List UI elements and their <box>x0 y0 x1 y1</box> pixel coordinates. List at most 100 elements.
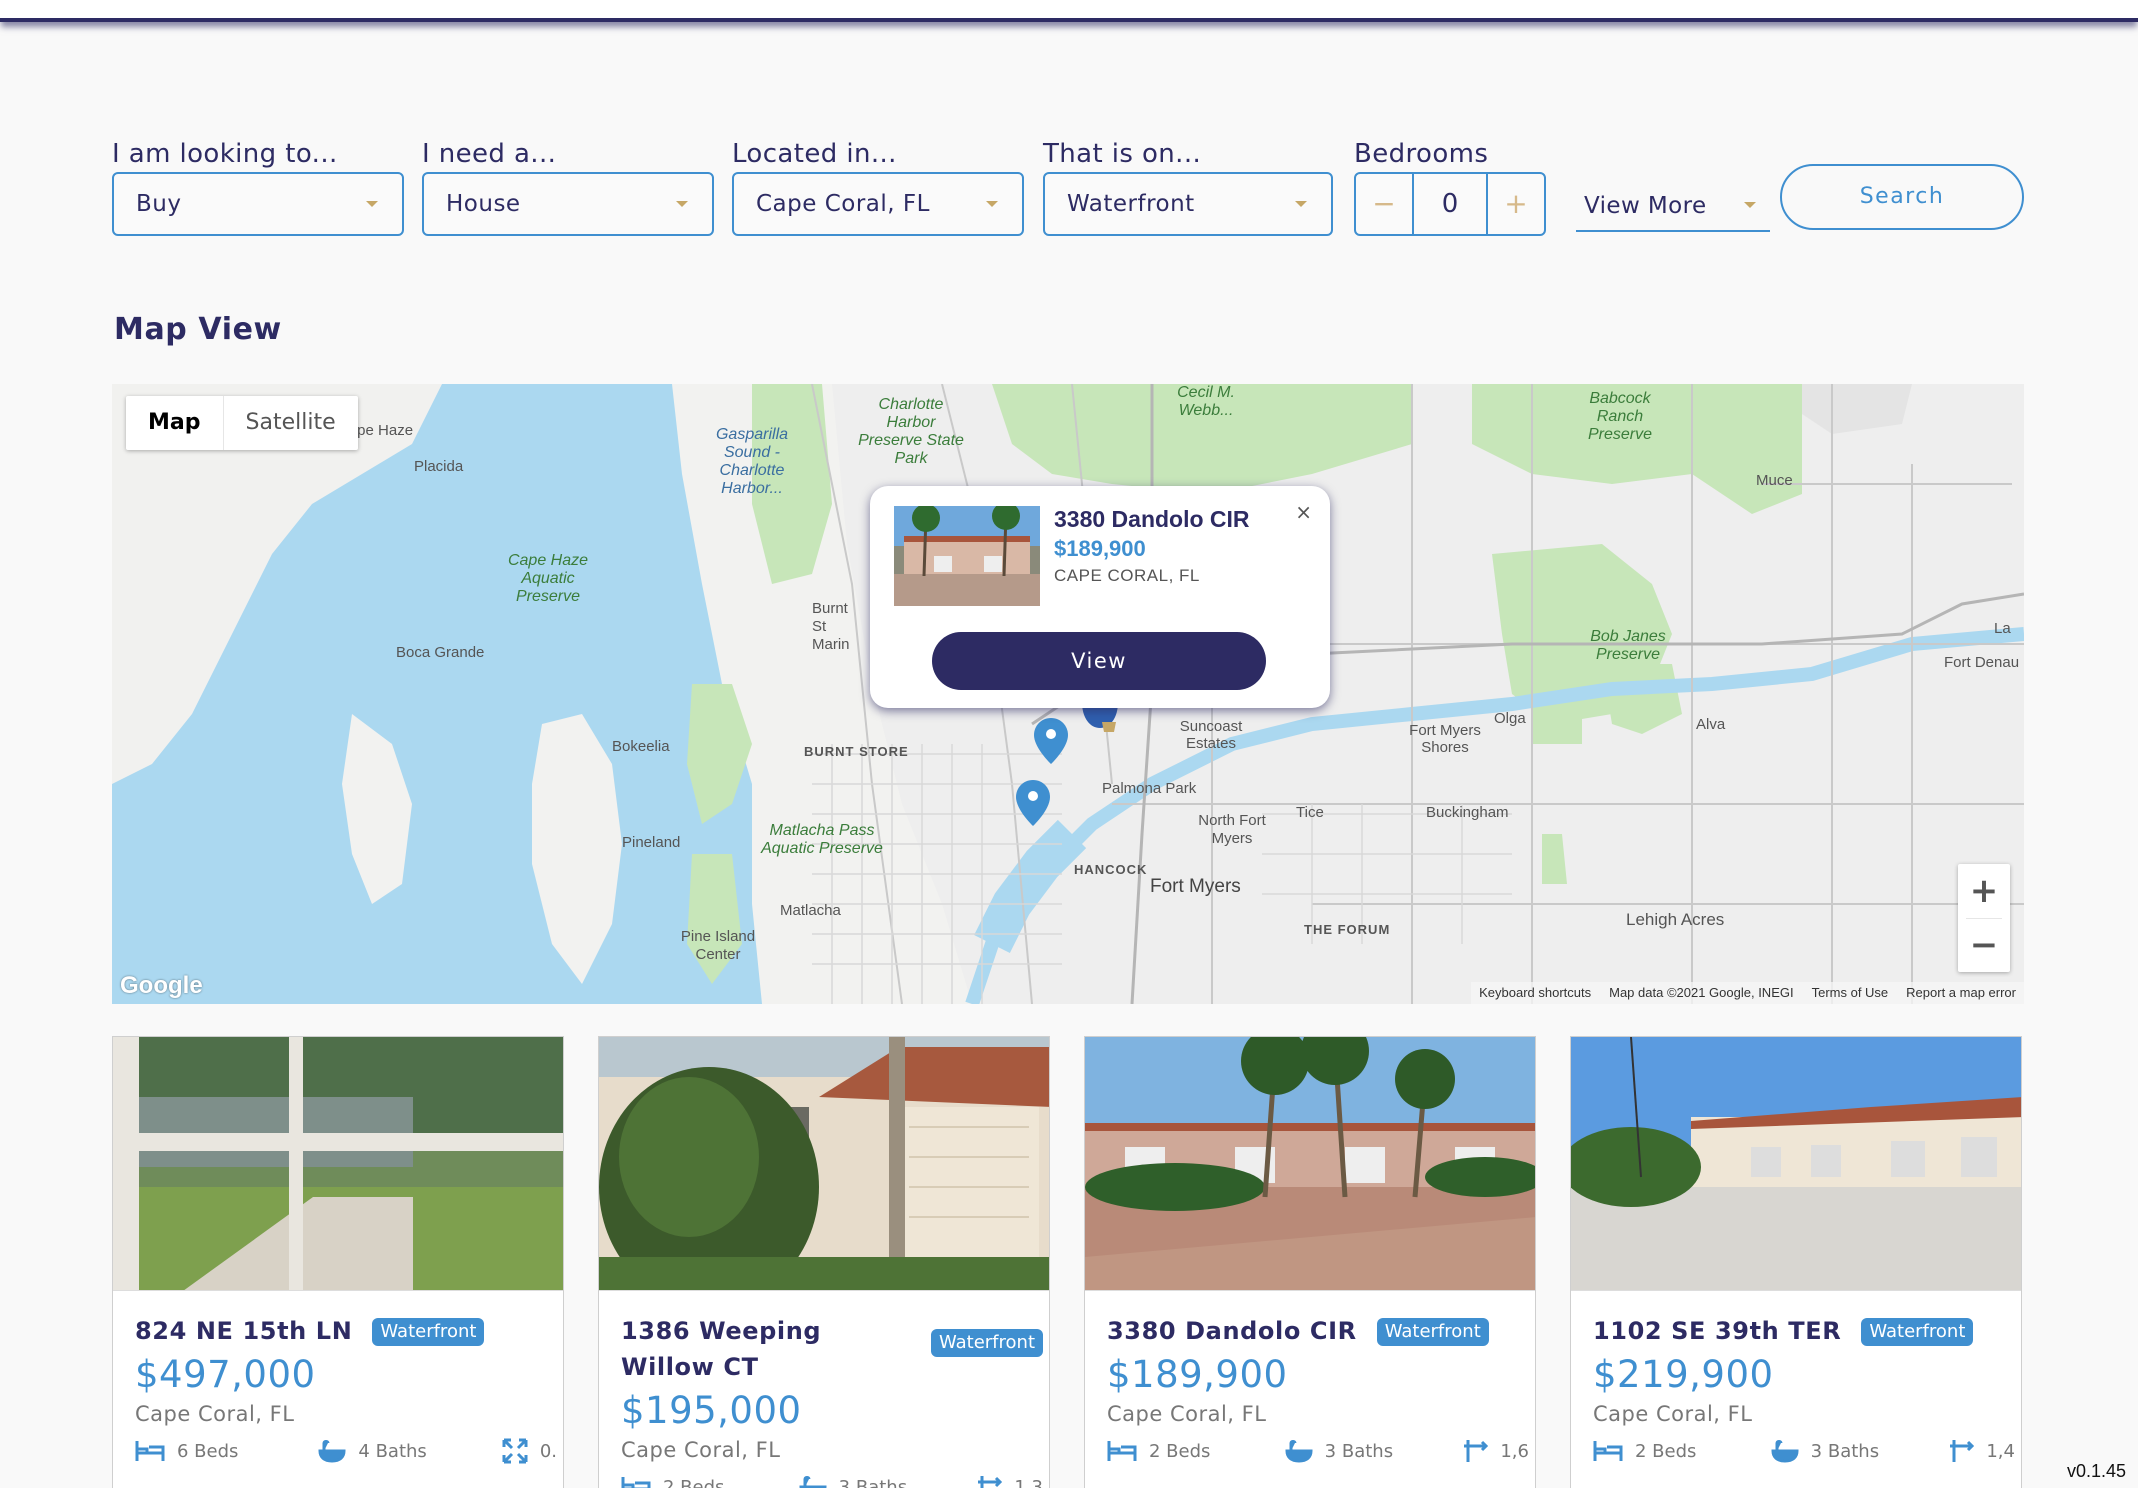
bed-icon <box>1593 1441 1623 1461</box>
frontage-value: Waterfront <box>1067 191 1195 217</box>
zoom-out-button[interactable]: − <box>1958 918 2010 972</box>
listing-size-text: 0. <box>539 1440 557 1462</box>
listing-photo[interactable] <box>599 1037 1049 1291</box>
decrement-button[interactable]: − <box>1356 174 1412 234</box>
popup-price: $189,900 <box>1054 536 1146 561</box>
listing-baths: 4 Baths <box>318 1438 501 1464</box>
listing-badge: Waterfront <box>372 1318 485 1346</box>
place-label: Boca Grande <box>396 644 485 661</box>
map-type-map-button[interactable]: Map <box>126 396 224 450</box>
map-attribution: Keyboard shortcuts Map data ©2021 Google… <box>1471 982 2024 1004</box>
listing-size: 1,6 <box>1462 1438 1529 1464</box>
listing-title[interactable]: 3380 Dandolo CIR <box>1107 1313 1357 1349</box>
looking-to-select[interactable]: Buy <box>112 172 404 236</box>
chevron-down-icon <box>986 201 998 207</box>
bedrooms-stepper: − 0 + <box>1354 172 1546 236</box>
area-icon <box>1464 1440 1489 1462</box>
chevron-down-icon <box>1295 201 1307 207</box>
zoom-control: + − <box>1958 864 2010 972</box>
listing-title[interactable]: 824 NE 15th LN <box>135 1313 352 1349</box>
place-label: Fort Myers Shores <box>1409 722 1481 756</box>
looking-to-filter: I am looking to... Buy <box>112 138 404 236</box>
place-label: Burnt St Marin <box>812 600 850 653</box>
place-label: Placida <box>414 458 464 475</box>
report-map-error-link[interactable]: Report a map error <box>1906 982 2016 1004</box>
view-more-select[interactable]: View More <box>1576 180 1770 232</box>
listing-size: 1,3 <box>976 1474 1043 1488</box>
map-type-satellite-button[interactable]: Satellite <box>224 396 358 450</box>
listing-card[interactable]: 824 NE 15th LN Waterfront $497,000 Cape … <box>112 1036 564 1488</box>
bath-icon <box>1285 1440 1313 1463</box>
looking-to-value: Buy <box>136 191 182 217</box>
map-marker-icon[interactable] <box>1016 780 1050 826</box>
increment-button[interactable]: + <box>1488 174 1544 234</box>
listing-size-text: 1,6 <box>1500 1440 1529 1462</box>
map-marker-icon[interactable] <box>1034 718 1068 764</box>
close-icon[interactable]: × <box>1295 500 1312 524</box>
listing-card[interactable]: 1102 SE 39th TER Waterfront $219,900 Cap… <box>1570 1036 2022 1488</box>
expand-icon <box>502 1438 528 1464</box>
location-value: Cape Coral, FL <box>756 191 930 217</box>
place-label: Fort Myers <box>1150 876 1241 897</box>
need-value: House <box>446 191 521 217</box>
listing-baths: 3 Baths <box>1285 1438 1463 1464</box>
need-select[interactable]: House <box>422 172 714 236</box>
place-label: Babcock Ranch Preserve <box>1587 390 1653 443</box>
location-select[interactable]: Cape Coral, FL <box>732 172 1024 236</box>
place-label: Matlacha Pass Aquatic Preserve <box>761 822 883 857</box>
place-label: Bob Janes Preserve <box>1590 628 1666 663</box>
location-filter: Located in... Cape Coral, FL <box>732 138 1024 236</box>
place-label: Pineland <box>622 834 681 851</box>
map-info-window: 3380 Dandolo CIR $189,900 CAPE CORAL, FL… <box>870 486 1330 708</box>
listing-beds: 6 Beds <box>135 1438 318 1464</box>
listing-photo[interactable] <box>113 1037 563 1291</box>
view-more-label: View More <box>1584 193 1707 219</box>
popup-view-button[interactable]: View <box>932 632 1266 690</box>
listing-price: $497,000 <box>135 1353 316 1396</box>
keyboard-shortcuts-link[interactable]: Keyboard shortcuts <box>1479 982 1591 1004</box>
place-label: Pine Island Center <box>680 928 756 963</box>
listing-details: 1102 SE 39th TER Waterfront $219,900 Cap… <box>1593 1313 2015 1464</box>
zoom-in-button[interactable]: + <box>1958 864 2010 918</box>
need-filter: I need a... House <box>422 138 714 236</box>
listing-details: 3380 Dandolo CIR Waterfront $189,900 Cap… <box>1107 1313 1529 1464</box>
place-label: Buckingham <box>1426 804 1509 821</box>
place-label: Matlacha <box>780 902 841 919</box>
listing-beds: 2 Beds <box>1593 1438 1771 1464</box>
map-view[interactable]: Cape Haze Placida Gasparilla Sound - Cha… <box>112 384 2024 1004</box>
google-logo: Google <box>120 972 203 999</box>
listing-city: Cape Coral, FL <box>1593 1402 1753 1426</box>
place-label: HANCOCK <box>1074 862 1148 877</box>
bedrooms-value[interactable]: 0 <box>1412 174 1488 234</box>
listing-city: Cape Coral, FL <box>621 1438 781 1462</box>
listing-title[interactable]: 1386 Weeping Willow CT <box>621 1313 911 1385</box>
listing-photo[interactable] <box>1571 1037 2021 1291</box>
place-label: Cecil M. Webb... <box>1177 384 1235 419</box>
chevron-down-icon <box>366 201 378 207</box>
bed-icon <box>621 1477 651 1488</box>
area-icon <box>1950 1440 1975 1462</box>
place-label: Palmona Park <box>1102 780 1197 797</box>
place-label: Olga <box>1494 710 1526 727</box>
listing-size-text: 1,4 <box>1986 1440 2015 1462</box>
listing-beds-text: 2 Beds <box>663 1476 725 1488</box>
listing-card[interactable]: 1386 Weeping Willow CT Waterfront $195,0… <box>598 1036 1050 1488</box>
frontage-select[interactable]: Waterfront <box>1043 172 1333 236</box>
chevron-down-icon <box>1744 202 1756 208</box>
bath-icon <box>1771 1440 1799 1463</box>
listing-beds-text: 2 Beds <box>1635 1440 1697 1462</box>
listing-baths: 3 Baths <box>799 1474 977 1488</box>
listing-photo[interactable] <box>1085 1037 1535 1291</box>
version-label: v0.1.45 <box>2066 1461 2126 1481</box>
listing-card[interactable]: 3380 Dandolo CIR Waterfront $189,900 Cap… <box>1084 1036 1536 1488</box>
terms-of-use-link[interactable]: Terms of Use <box>1812 982 1889 1004</box>
popup-property-photo <box>894 506 1040 606</box>
top-navigation-bar <box>0 0 2138 22</box>
listing-badge: Waterfront <box>1376 1318 1489 1346</box>
search-button[interactable]: Search <box>1780 164 2024 230</box>
place-label: La <box>1994 620 2011 637</box>
listing-title[interactable]: 1102 SE 39th TER <box>1593 1313 1841 1349</box>
listing-beds-text: 2 Beds <box>1149 1440 1211 1462</box>
looking-to-label: I am looking to... <box>112 139 338 169</box>
place-label: North Fort Myers <box>1198 812 1266 847</box>
